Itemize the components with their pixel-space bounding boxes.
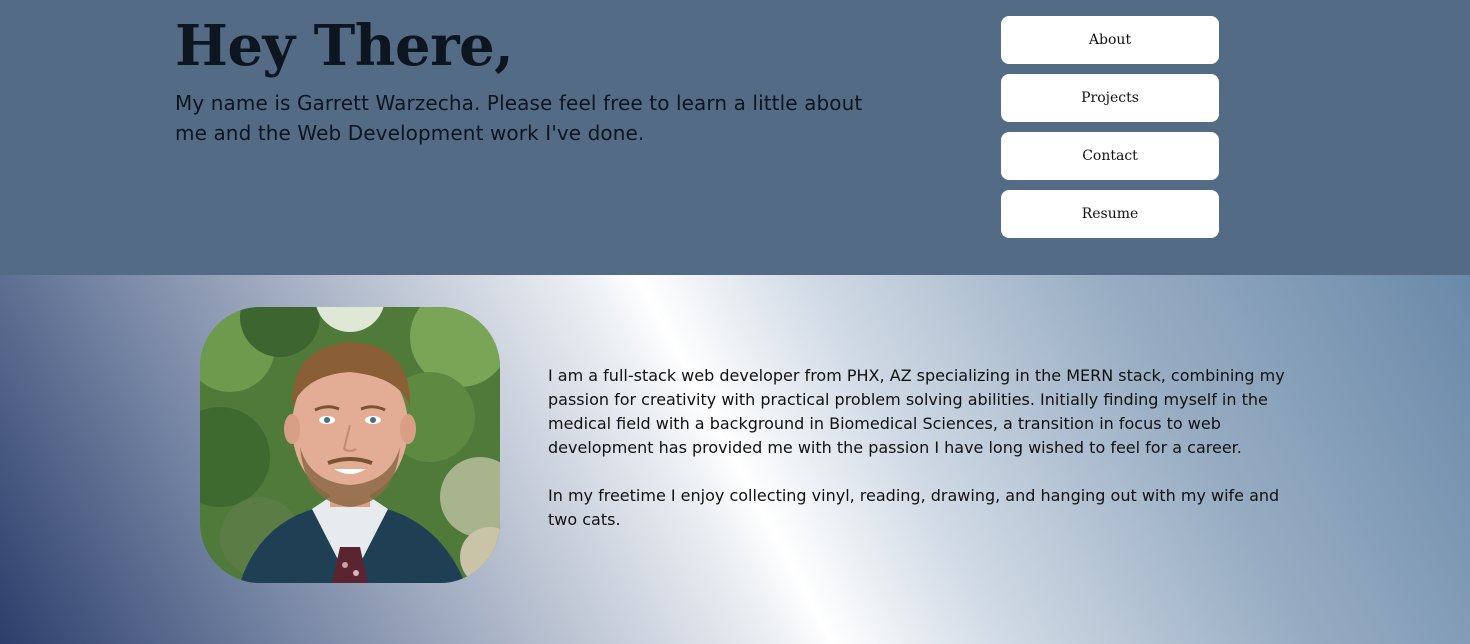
hero-title: Hey There, [175,13,514,79]
nav-projects-button[interactable]: Projects [1001,74,1219,122]
hero-intro: My name is Garrett Warzecha. Please feel… [175,91,863,145]
about-section: I am a full-stack web developer from PHX… [0,275,1470,644]
profile-photo [200,307,500,583]
about-paragraph-1: I am a full-stack web developer from PHX… [548,366,1285,457]
nav-resume-button[interactable]: Resume [1001,190,1219,238]
about-paragraph-2: In my freetime I enjoy collecting vinyl,… [548,486,1280,529]
about-text: I am a full-stack web developer from PHX… [548,364,1288,556]
nav-about-button[interactable]: About [1001,16,1219,64]
nav-contact-button[interactable]: Contact [1001,132,1219,180]
site-header: Hey There, My name is Garrett Warzecha. … [0,0,1470,275]
main-nav: About Projects Contact Resume [1001,16,1219,248]
